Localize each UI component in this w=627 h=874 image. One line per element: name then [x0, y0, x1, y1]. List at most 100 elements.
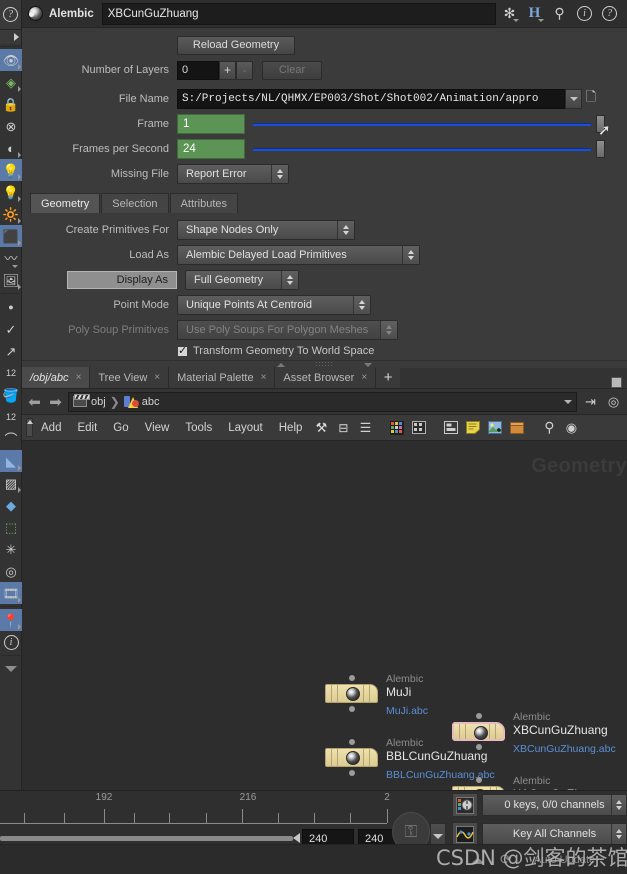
- color-palette-icon[interactable]: [386, 417, 408, 439]
- point-display-button[interactable]: ●: [0, 296, 22, 318]
- list-icon[interactable]: ☰: [354, 417, 376, 439]
- snapshot-icon[interactable]: ◉: [560, 417, 582, 439]
- prim-numbers-button[interactable]: 12: [0, 406, 22, 428]
- network-tab-obj-abc[interactable]: /obj/abc ×: [22, 367, 91, 388]
- help-rail-button[interactable]: ?: [0, 0, 21, 30]
- alembic-node-icon[interactable]: [26, 4, 45, 23]
- network-canvas[interactable]: Geometry Alembic MuJi MuJi.abc Alembic B…: [22, 441, 627, 790]
- frame-range-bar[interactable]: [0, 836, 293, 841]
- tools-icon[interactable]: ⚒: [310, 417, 332, 439]
- display-as-dropdown[interactable]: Full Geometry: [185, 270, 299, 290]
- file-name-dropdown-button[interactable]: [565, 89, 582, 109]
- transform-geometry-checkbox-row[interactable]: Transform Geometry To World Space: [177, 343, 374, 359]
- menu-layout[interactable]: Layout: [220, 422, 271, 434]
- info-button[interactable]: i: [0, 631, 22, 653]
- network-tab-asset-browser[interactable]: Asset Browser ×: [275, 367, 377, 388]
- keys-status-spinner[interactable]: [611, 795, 626, 815]
- headlight-button[interactable]: 💡: [0, 181, 22, 203]
- breadcrumb-obj[interactable]: obj: [91, 396, 106, 408]
- layers-plus-button[interactable]: +: [219, 60, 236, 80]
- normal-display-button[interactable]: ↗: [0, 340, 22, 362]
- maximize-pane-icon[interactable]: [611, 377, 622, 388]
- add-tab-button[interactable]: +: [376, 367, 401, 388]
- select-tool-button[interactable]: 👁: [0, 49, 22, 71]
- close-icon[interactable]: ×: [261, 372, 267, 383]
- transform-geometry-checkbox[interactable]: [177, 344, 188, 357]
- pin-network-button[interactable]: ⇥: [581, 392, 600, 411]
- info-icon[interactable]: i: [576, 5, 593, 22]
- fps-input[interactable]: 24: [177, 139, 245, 159]
- gizmo-button[interactable]: ◆: [0, 494, 22, 516]
- point-mode-spinner[interactable]: [353, 296, 370, 314]
- display-as-spinner[interactable]: [281, 271, 298, 289]
- sticky-note-icon[interactable]: [462, 417, 484, 439]
- number-of-layers-input[interactable]: 0: [177, 60, 219, 80]
- light-tool-button[interactable]: 💡: [0, 159, 22, 181]
- background-button[interactable]: 🖼: [0, 269, 22, 291]
- fps-slider-handle[interactable]: [596, 140, 605, 158]
- close-icon[interactable]: ×: [76, 372, 82, 383]
- bbox-button[interactable]: ⬚: [0, 516, 22, 538]
- menu-view[interactable]: View: [137, 422, 178, 434]
- network-tab-tree-view[interactable]: Tree View ×: [90, 367, 170, 388]
- patch-button[interactable]: ◣: [0, 450, 22, 472]
- search-icon[interactable]: ⚲: [538, 417, 560, 439]
- layers-minus-button[interactable]: -: [236, 60, 253, 80]
- subnet-box-icon[interactable]: [506, 417, 528, 439]
- node-output-connector[interactable]: [349, 770, 355, 776]
- rail-more-button[interactable]: [0, 658, 22, 680]
- node-name-input[interactable]: XBCunGuZhuang: [101, 2, 496, 25]
- clear-layers-button[interactable]: Clear: [262, 60, 322, 80]
- menu-tools[interactable]: Tools: [177, 422, 220, 434]
- network-box-icon[interactable]: [440, 417, 462, 439]
- network-path-input[interactable]: obj ❯ abc: [68, 391, 577, 412]
- network-options-icon[interactable]: ◎: [604, 392, 623, 411]
- poly-soup-dropdown[interactable]: Use Poly Soups For Polygon Meshes: [177, 320, 398, 340]
- node-shape[interactable]: [325, 684, 378, 703]
- menu-edit[interactable]: Edit: [69, 422, 105, 434]
- node-input-connector[interactable]: [476, 713, 482, 719]
- help-icon[interactable]: ?: [601, 5, 618, 22]
- missing-file-spinner[interactable]: [271, 165, 288, 183]
- search-icon[interactable]: ⚲: [551, 5, 568, 22]
- menu-help[interactable]: Help: [271, 422, 311, 434]
- no-light-button[interactable]: ⊗: [0, 115, 22, 137]
- frame-input[interactable]: 1: [177, 114, 245, 134]
- camera-button[interactable]: 🎞: [0, 582, 22, 604]
- back-arrow-icon[interactable]: ⬅: [26, 393, 43, 411]
- menu-go[interactable]: Go: [105, 422, 136, 434]
- vector-display-button[interactable]: ✓: [0, 318, 22, 340]
- load-as-dropdown[interactable]: Alembic Delayed Load Primitives: [177, 245, 420, 265]
- node-shape[interactable]: [325, 748, 378, 767]
- displace-button[interactable]: 〰: [0, 247, 22, 269]
- rail-flyout-toggle[interactable]: [0, 30, 21, 44]
- close-icon[interactable]: ×: [154, 372, 160, 383]
- environment-button[interactable]: ⬛: [0, 225, 22, 247]
- chevron-down-icon[interactable]: [564, 399, 572, 404]
- forward-arrow-icon[interactable]: ➡: [47, 393, 64, 411]
- layers-button[interactable]: ◎: [0, 560, 22, 582]
- create-primitives-spinner[interactable]: [337, 221, 354, 239]
- network-tab-material-palette[interactable]: Material Palette ×: [169, 367, 276, 388]
- hierarchy-icon[interactable]: ⊟: [332, 417, 354, 439]
- create-primitives-dropdown[interactable]: Shape Nodes Only: [177, 220, 355, 240]
- point-mode-dropdown[interactable]: Unique Points At Centroid: [177, 295, 371, 315]
- lock-tool-button[interactable]: 🔒: [0, 93, 22, 115]
- node-shape[interactable]: [452, 722, 505, 741]
- breadcrumb-abc[interactable]: abc: [142, 396, 160, 408]
- keys-status-dropdown[interactable]: 0 keys, 0/0 channels: [482, 794, 627, 816]
- node-input-connector[interactable]: [476, 777, 482, 783]
- missing-file-dropdown[interactable]: Report Error: [177, 164, 289, 184]
- paint-button[interactable]: 🪣: [0, 384, 22, 406]
- file-browse-button[interactable]: 🗋: [582, 89, 600, 109]
- node-output-connector[interactable]: [476, 744, 482, 750]
- fps-slider[interactable]: [253, 139, 605, 159]
- toolbar-drag-handle[interactable]: [26, 418, 33, 437]
- point-numbers-button[interactable]: 12: [0, 362, 22, 384]
- point-light-button[interactable]: 🔆: [0, 203, 22, 225]
- grid-layout-icon[interactable]: [408, 417, 430, 439]
- menu-add[interactable]: Add: [33, 422, 69, 434]
- gear-icon[interactable]: ✻: [501, 5, 519, 22]
- shading-tool-button[interactable]: ◐: [0, 137, 22, 159]
- texture-button[interactable]: ▨: [0, 472, 22, 494]
